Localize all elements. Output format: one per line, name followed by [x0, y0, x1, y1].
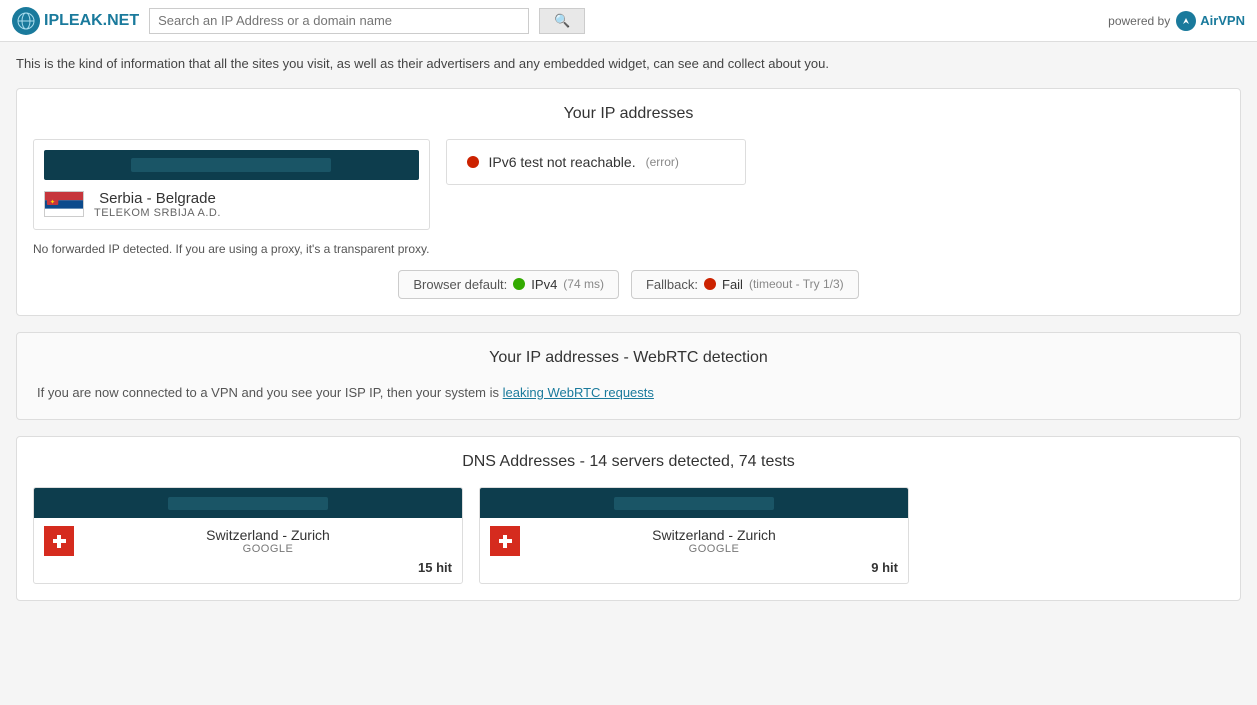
webrtc-intro: If you are now connected to a VPN and yo… — [37, 385, 499, 400]
browser-default-protocol: IPv4 — [531, 277, 557, 292]
fallback-label: Fallback: — [646, 277, 698, 292]
logo-text: IPLEAK.NET — [44, 12, 139, 30]
browser-default-label: Browser default: — [413, 277, 507, 292]
fallback-pill: Fallback: Fail (timeout - Try 1/3) — [631, 270, 859, 299]
fallback-note: (timeout - Try 1/3) — [749, 277, 844, 291]
dns-hit-0: 15 hit — [34, 558, 462, 583]
ipv6-text: IPv6 test not reachable. — [489, 154, 636, 170]
swiss-flag-0 — [44, 526, 74, 556]
ip-bar-masked — [131, 158, 331, 172]
ip-card-inner: ✦ Serbia - Belgrade TELEKOM SRBIJA a.d. — [33, 139, 430, 230]
dns-hit-value-0: 15 hit — [418, 560, 452, 575]
dns-info-row-0: Switzerland - Zurich GOOGLE — [34, 518, 462, 558]
dns-title: DNS Addresses - 14 servers detected, 74 … — [33, 453, 1224, 471]
browser-default-pill: Browser default: IPv4 (74 ms) — [398, 270, 619, 299]
dns-bar-masked-0 — [168, 497, 328, 510]
ipv6-card: IPv6 test not reachable. (error) — [446, 139, 746, 185]
main-ip-card: ✦ Serbia - Belgrade TELEKOM SRBIJA a.d. … — [33, 139, 430, 270]
dns-isp-1: GOOGLE — [689, 543, 740, 555]
ip-cards-row: ✦ Serbia - Belgrade TELEKOM SRBIJA a.d. … — [33, 139, 1224, 270]
swiss-cross-0 — [53, 535, 66, 548]
svg-text:✦: ✦ — [50, 198, 56, 206]
dns-country-name-0: Switzerland - Zurich — [206, 527, 330, 543]
search-input[interactable] — [149, 8, 529, 34]
serbia-flag: ✦ — [44, 191, 84, 217]
country-info: Serbia - Belgrade TELEKOM SRBIJA a.d. — [94, 190, 221, 219]
dns-section: DNS Addresses - 14 servers detected, 74 … — [16, 436, 1241, 601]
airvpn-icon — [1176, 11, 1196, 31]
isp-name: TELEKOM SRBIJA a.d. — [94, 207, 221, 219]
search-button[interactable]: 🔍 — [539, 8, 585, 34]
dns-hit-1: 9 hit — [480, 558, 908, 583]
ip-section-title: Your IP addresses — [33, 105, 1224, 123]
fallback-status: Fail — [722, 277, 743, 292]
logo-icon — [12, 7, 40, 35]
powered-by-text: powered by — [1108, 14, 1170, 28]
ipv6-status-dot — [467, 156, 479, 168]
dns-country-0: Switzerland - Zurich GOOGLE — [84, 527, 452, 555]
country-row: ✦ Serbia - Belgrade TELEKOM SRBIJA a.d. — [44, 190, 419, 219]
swiss-flag-1 — [490, 526, 520, 556]
webrtc-title: Your IP addresses - WebRTC detection — [37, 349, 1220, 367]
dns-card-1: Switzerland - Zurich GOOGLE 9 hit — [479, 487, 909, 584]
search-icon: 🔍 — [554, 13, 570, 28]
fallback-dot — [704, 278, 716, 290]
dns-card-0: Switzerland - Zurich GOOGLE 15 hit — [33, 487, 463, 584]
dns-bar-masked-1 — [614, 497, 774, 510]
webrtc-text: If you are now connected to a VPN and yo… — [37, 383, 1220, 404]
no-forwarded-text: No forwarded IP detected. If you are usi… — [33, 242, 430, 256]
dns-isp-0: GOOGLE — [243, 543, 294, 555]
dns-bar-1 — [480, 488, 908, 518]
status-row: Browser default: IPv4 (74 ms) Fallback: … — [33, 270, 1224, 299]
webrtc-section: Your IP addresses - WebRTC detection If … — [16, 332, 1241, 421]
dns-bar-0 — [34, 488, 462, 518]
browser-default-dot — [513, 278, 525, 290]
ip-section: Your IP addresses — [16, 88, 1241, 316]
airvpn-label: AirVPN — [1200, 13, 1245, 28]
ipv6-note: (error) — [646, 155, 679, 169]
main-content: This is the kind of information that all… — [0, 42, 1257, 613]
header: IPLEAK.NET 🔍 powered by AirVPN — [0, 0, 1257, 42]
dns-hit-value-1: 9 hit — [871, 560, 898, 575]
dns-cards-row: Switzerland - Zurich GOOGLE 15 hit — [33, 487, 1224, 584]
dns-country-1: Switzerland - Zurich GOOGLE — [530, 527, 898, 555]
webrtc-link[interactable]: leaking WebRTC requests — [503, 385, 654, 400]
swiss-cross-1 — [499, 535, 512, 548]
logo[interactable]: IPLEAK.NET — [12, 7, 139, 35]
country-name: Serbia - Belgrade — [99, 190, 216, 207]
ip-bar — [44, 150, 419, 180]
intro-text: This is the kind of information that all… — [16, 54, 1241, 74]
dns-country-name-1: Switzerland - Zurich — [652, 527, 776, 543]
powered-by: powered by AirVPN — [1108, 11, 1245, 31]
dns-info-row-1: Switzerland - Zurich GOOGLE — [480, 518, 908, 558]
airvpn-logo[interactable]: AirVPN — [1176, 11, 1245, 31]
browser-default-speed: (74 ms) — [563, 277, 604, 291]
